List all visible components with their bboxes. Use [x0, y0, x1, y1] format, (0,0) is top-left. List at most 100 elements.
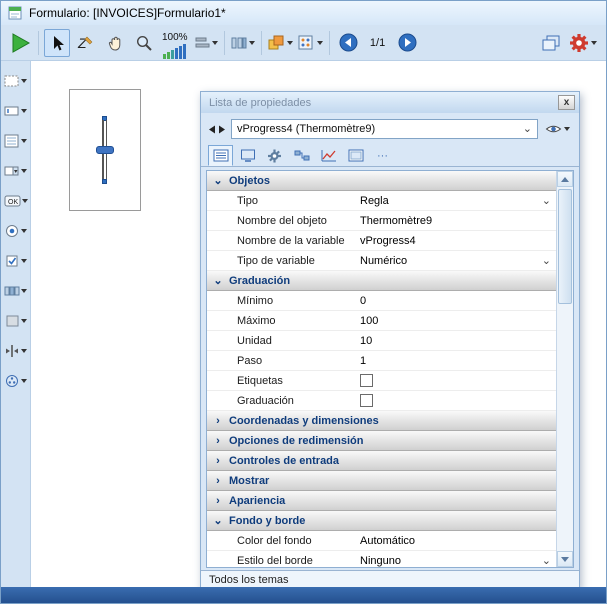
- section-header-graduaci-n[interactable]: ⌄Graduación: [207, 271, 556, 291]
- ruler-thumb[interactable]: [96, 146, 114, 154]
- tab-chart[interactable]: [316, 145, 341, 166]
- chevron-down-icon: [21, 79, 27, 83]
- tool-combo-box[interactable]: [2, 160, 29, 181]
- property-value[interactable]: 100: [355, 315, 556, 327]
- scrollbar-track[interactable]: [557, 187, 573, 551]
- vertical-scrollbar[interactable]: [556, 171, 573, 567]
- section-header-objetos[interactable]: ⌄Objetos: [207, 171, 556, 191]
- window-icon: [7, 5, 23, 21]
- section-header-fondo-y-borde[interactable]: ⌄Fondo y borde: [207, 511, 556, 531]
- property-value[interactable]: [355, 394, 556, 407]
- property-row-unidad: Unidad10: [207, 331, 556, 351]
- chevron-down-icon[interactable]: ⌄: [542, 197, 556, 205]
- section-header-mostrar[interactable]: ›Mostrar: [207, 471, 556, 491]
- gear-icon: [569, 33, 589, 53]
- property-value[interactable]: [355, 374, 556, 387]
- tab-settings[interactable]: [262, 145, 287, 166]
- distribute-menu-button[interactable]: [230, 29, 256, 57]
- checkbox[interactable]: [360, 374, 373, 387]
- property-label: Tipo: [207, 195, 355, 207]
- arrow-down-icon: [561, 557, 569, 562]
- property-row-graduaci-n: Graduación: [207, 391, 556, 411]
- chevron-right-icon: ›: [213, 475, 223, 487]
- property-value[interactable]: 10: [355, 335, 556, 347]
- next-object-button[interactable]: [218, 125, 226, 134]
- chevron-down-icon[interactable]: ⌄: [542, 257, 556, 265]
- property-value[interactable]: 0: [355, 295, 556, 307]
- tool-button[interactable]: OK: [2, 190, 29, 211]
- select-tool-button[interactable]: [44, 29, 70, 57]
- property-row-tipo-de-variable: Tipo de variableNumérico⌄: [207, 251, 556, 271]
- property-label: Estilo del borde: [207, 555, 355, 567]
- tab-objects[interactable]: [235, 145, 260, 166]
- property-row-etiquetas: Etiquetas: [207, 371, 556, 391]
- execute-form-button[interactable]: [7, 29, 33, 57]
- order-entry-tool-button[interactable]: Z: [73, 29, 99, 57]
- zoom-bars-icon[interactable]: [163, 43, 186, 59]
- tool-list-box[interactable]: [2, 130, 29, 151]
- property-value[interactable]: Thermomètre9: [355, 215, 556, 227]
- grid-menu-button[interactable]: [297, 29, 324, 57]
- previous-page-button[interactable]: [339, 33, 358, 52]
- tool-text-area[interactable]: [2, 70, 29, 91]
- themes-footer[interactable]: Todos los temas: [201, 570, 579, 588]
- pan-hand-tool-button[interactable]: [102, 29, 128, 57]
- page-navigation: 1/1: [339, 33, 417, 52]
- selected-object-name: vProgress4 (Thermomètre9): [237, 123, 519, 135]
- section-header-controles-de-entrada[interactable]: ›Controles de entrada: [207, 451, 556, 471]
- next-page-button[interactable]: [398, 33, 417, 52]
- property-value[interactable]: Regla⌄: [355, 195, 556, 207]
- section-title: Coordenadas y dimensiones: [229, 415, 379, 427]
- object-selector-dropdown[interactable]: vProgress4 (Thermomètre9) ⌄: [231, 119, 538, 139]
- section-header-coordenadas-y-dimensiones[interactable]: ›Coordenadas y dimensiones: [207, 411, 556, 431]
- selection-handle[interactable]: [102, 179, 107, 184]
- tab-connections[interactable]: [289, 145, 314, 166]
- scrollbar-thumb[interactable]: [558, 189, 572, 304]
- section-title: Fondo y borde: [229, 515, 305, 527]
- tab-display[interactable]: [343, 145, 368, 166]
- zoom-level-widget[interactable]: 100%: [160, 27, 190, 59]
- views-button[interactable]: [538, 29, 564, 57]
- tool-group-box[interactable]: [2, 310, 29, 331]
- align-menu-button[interactable]: [193, 29, 219, 57]
- tool-radio-button[interactable]: [2, 220, 29, 241]
- chevron-down-icon: [591, 41, 597, 45]
- property-value[interactable]: Automático: [355, 535, 556, 547]
- property-label: Etiquetas: [207, 375, 355, 387]
- property-list-titlebar[interactable]: Lista de propiedades x: [201, 92, 579, 113]
- tool-tab-control[interactable]: [2, 370, 29, 391]
- property-value[interactable]: Ninguno⌄: [355, 555, 556, 567]
- previous-object-button[interactable]: [208, 125, 216, 134]
- chevron-down-icon: [21, 379, 27, 383]
- object-prev-next-control: [208, 125, 226, 134]
- tool-splitter[interactable]: [2, 340, 29, 361]
- level-menu-button[interactable]: [267, 29, 294, 57]
- checkbox[interactable]: [360, 394, 373, 407]
- tool-checkbox[interactable]: [2, 250, 29, 271]
- property-label: Tipo de variable: [207, 255, 355, 267]
- property-value[interactable]: 1: [355, 355, 556, 367]
- scroll-up-button[interactable]: [557, 171, 573, 187]
- scroll-down-button[interactable]: [557, 551, 573, 567]
- tab-property-list[interactable]: [208, 145, 233, 166]
- close-button[interactable]: x: [558, 95, 575, 110]
- tool-input-field[interactable]: [2, 100, 29, 121]
- section-header-opciones-de-redimensi-n[interactable]: ›Opciones de redimensión: [207, 431, 556, 451]
- property-value[interactable]: Numérico⌄: [355, 255, 556, 267]
- property-label: Nombre del objeto: [207, 215, 355, 227]
- chevron-down-icon[interactable]: ⌄: [542, 557, 556, 565]
- zoom-tool-button[interactable]: [131, 29, 157, 57]
- property-row-estilo-del-borde: Estilo del bordeNinguno⌄: [207, 551, 556, 567]
- chevron-down-icon: [21, 109, 27, 113]
- settings-menu-button[interactable]: [568, 29, 598, 57]
- form-object-bounds[interactable]: [69, 89, 141, 211]
- view-options-button[interactable]: [543, 121, 572, 137]
- toolbar-separator: [224, 31, 225, 55]
- toolbar-separator: [261, 31, 262, 55]
- tool-button-grid[interactable]: [2, 280, 29, 301]
- grid-magnet-icon: [298, 35, 315, 50]
- property-row-nombre-del-objeto: Nombre del objetoThermomètre9: [207, 211, 556, 231]
- tab-more[interactable]: ···: [370, 145, 395, 166]
- section-header-apariencia[interactable]: ›Apariencia: [207, 491, 556, 511]
- property-value[interactable]: vProgress4: [355, 235, 556, 247]
